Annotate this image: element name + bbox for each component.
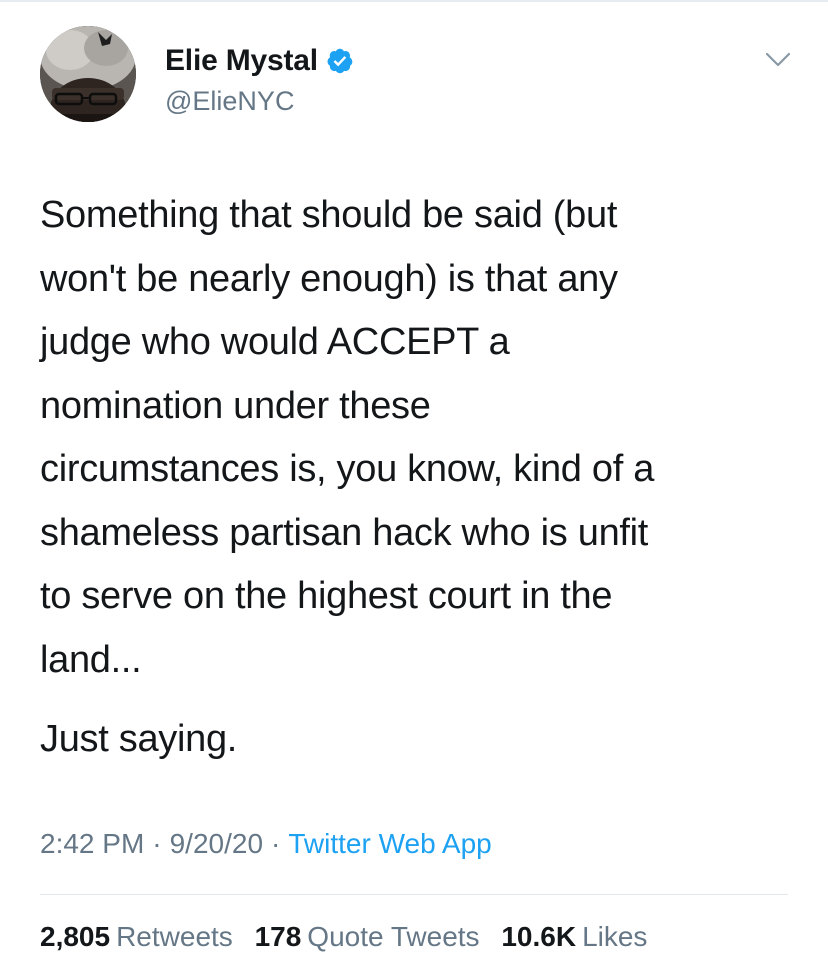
tweet-stats: 2,805 Retweets 178 Quote Tweets 10.6K Likes <box>40 921 661 953</box>
tweet-line: shameless partisan hack who is unfit <box>40 511 649 554</box>
tweet-line: to serve on the highest court in the <box>40 575 613 617</box>
meta-separator: · <box>152 828 162 859</box>
likes-stat[interactable]: 10.6K Likes <box>501 921 647 952</box>
tweet-text: Something that should be said (but won't… <box>40 184 790 772</box>
tweet-line: judge who would ACCEPT a <box>40 321 510 363</box>
author-name-row[interactable]: Elie Mystal <box>165 44 354 78</box>
likes-count: 10.6K <box>501 921 577 952</box>
tweet-line: land... <box>40 638 142 681</box>
meta-separator: · <box>271 828 281 859</box>
tweet-time[interactable]: 2:42 PM <box>40 828 144 859</box>
tweet-line: Just saying. <box>40 718 238 760</box>
tweet-line: won't be nearly enough) is that any <box>40 257 618 300</box>
avatar-photo-icon <box>40 26 136 122</box>
avatar[interactable] <box>40 26 136 122</box>
quote-tweets-label: Quote Tweets <box>307 921 480 952</box>
retweets-label: Retweets <box>116 921 233 952</box>
tweet-line: Something that should be said (but <box>40 194 618 236</box>
quote-tweets-stat[interactable]: 178 Quote Tweets <box>255 921 480 952</box>
tweet-line: circumstances is, you know, kind of a <box>40 448 655 490</box>
retweets-stat[interactable]: 2,805 Retweets <box>40 921 233 952</box>
tweet-line: nomination under these <box>40 384 431 427</box>
stats-divider <box>40 894 788 895</box>
retweets-count: 2,805 <box>40 921 111 952</box>
display-name[interactable]: Elie Mystal <box>165 44 318 78</box>
tweet-date[interactable]: 9/20/20 <box>170 828 263 859</box>
quote-tweets-count: 178 <box>254 921 302 952</box>
tweet-meta: 2:42 PM · 9/20/20 · Twitter Web App <box>40 828 492 860</box>
author-handle[interactable]: @ElieNYC <box>165 86 294 117</box>
top-divider <box>0 0 828 2</box>
verified-check-icon <box>326 47 354 75</box>
chevron-down-icon[interactable] <box>764 51 792 69</box>
tweet-source-link[interactable]: Twitter Web App <box>288 828 491 859</box>
likes-label: Likes <box>582 921 648 952</box>
